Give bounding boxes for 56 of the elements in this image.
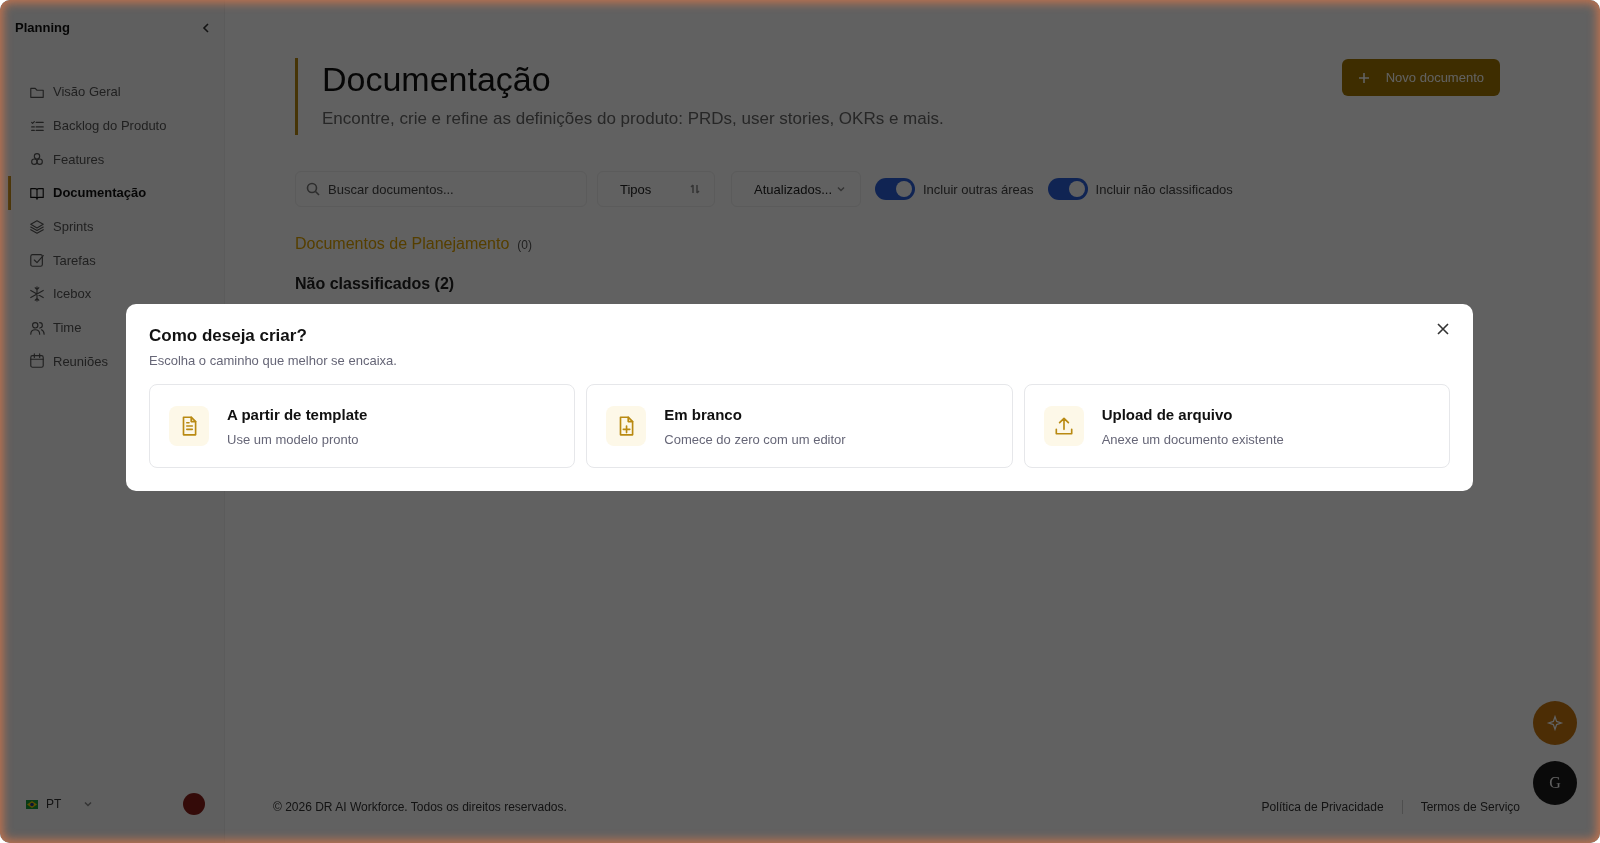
user-avatar[interactable] <box>183 793 206 815</box>
search-icon <box>306 182 320 196</box>
search-field[interactable]: Buscar documentos... <box>295 171 587 207</box>
page-title: Documentação <box>322 60 552 99</box>
page-subtitle: Encontre, crie e refine as definições do produto: PRDs, user stories, OKRs e mais. <box>322 109 944 129</box>
dialog-title: Como deseja criar? <box>149 326 307 346</box>
users-icon <box>29 319 45 336</box>
sidebar-item[interactable]: Sprints <box>8 209 104 244</box>
sidebar-item[interactable]: Documentação <box>8 176 157 210</box>
option-description: Comece do zero com um editor <box>664 431 846 447</box>
sidebar-item[interactable]: Features <box>8 142 115 177</box>
collapse-icon[interactable] <box>200 21 212 34</box>
sidebar-item[interactable]: Reuniões <box>8 344 118 379</box>
copyright-text: © 2026 DR AI Workforce. Todos os direitos reservados. <box>273 800 567 814</box>
language-selector[interactable]: PT <box>26 797 94 811</box>
section-count: (0) <box>517 238 533 252</box>
account-button[interactable]: G <box>1533 761 1577 805</box>
toggle-label: Incluir não classificados <box>1095 181 1233 197</box>
option-card[interactable]: A partir de template Use um modelo pronto <box>149 384 576 468</box>
flag-icon <box>26 799 38 809</box>
sidebar-item[interactable]: Icebox <box>8 277 102 311</box>
sidebar-title: Planning <box>15 20 70 35</box>
ai-assistant-button[interactable] <box>1533 701 1577 745</box>
section-heading: Não classificados (2) <box>295 275 455 293</box>
plus-icon <box>1357 71 1370 84</box>
option-description: Anexe um documento existente <box>1101 431 1284 447</box>
new-document-button[interactable]: Novo documento <box>1341 59 1500 96</box>
toggle-switch[interactable] <box>875 178 915 200</box>
option-card[interactable]: Em branco Comece do zero com um editor <box>586 384 1013 468</box>
chevron-down-icon <box>83 799 94 809</box>
dialog-subtitle: Escolha o caminho que melhor se encaixa. <box>149 353 398 368</box>
check-icon <box>29 252 45 269</box>
sidebar-item[interactable]: Tarefas <box>8 243 106 278</box>
option-card[interactable]: Upload de arquivo Anexe um documento existente <box>1023 384 1450 468</box>
chevron-down-icon <box>836 184 846 194</box>
types-filter[interactable]: Tipos <box>597 171 715 207</box>
upload-icon <box>1052 415 1075 437</box>
toggle-switch[interactable] <box>1047 178 1088 200</box>
boxes-icon <box>29 151 45 168</box>
section-heading: Documentos de Planejamento <box>295 235 510 253</box>
sort-dropdown[interactable]: Atualizados... <box>731 171 861 207</box>
option-description: Use um modelo pronto <box>227 431 360 447</box>
option-title: A partir de template <box>227 405 368 423</box>
layers-icon <box>29 218 45 235</box>
footer-link[interactable]: Política de Privacidade <box>1261 800 1384 814</box>
sparkle-icon <box>1546 714 1564 732</box>
sidebar-item[interactable]: Time <box>8 310 92 345</box>
toggle-label: Incluir outras áreas <box>923 181 1034 197</box>
footer-link[interactable]: Termos de Serviço <box>1401 800 1520 814</box>
sidebar-item[interactable]: Visão Geral <box>8 75 131 109</box>
option-title: Em branco <box>664 405 743 423</box>
option-title: Upload de arquivo <box>1101 405 1234 423</box>
calendar-icon <box>29 353 45 370</box>
snow-icon <box>29 285 45 302</box>
sort-arrows-icon <box>690 184 700 194</box>
sidebar-item[interactable]: Backlog do Produto <box>8 108 177 143</box>
